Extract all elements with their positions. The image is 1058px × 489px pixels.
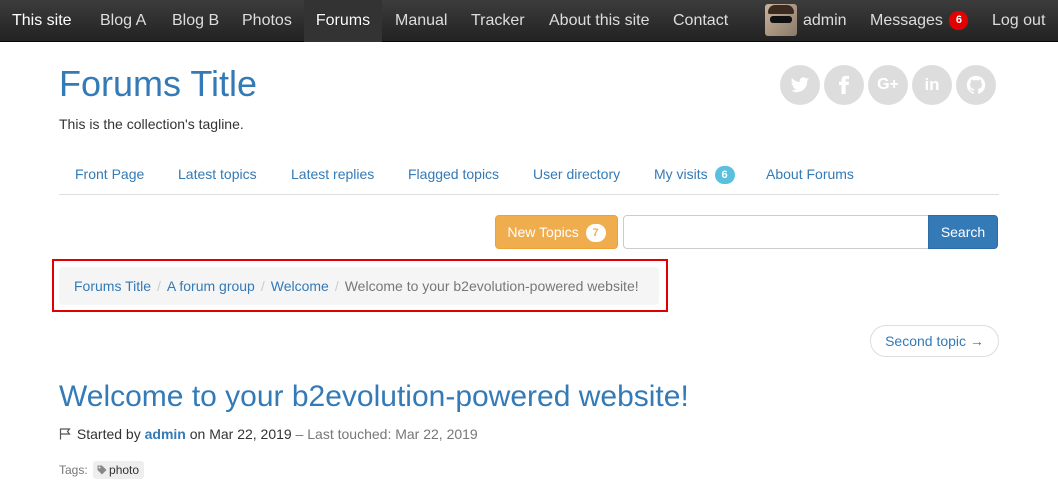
tab-latest-replies[interactable]: Latest replies	[291, 154, 374, 194]
post-date: on Mar 22, 2019	[189, 426, 292, 442]
nav-brand[interactable]: This site	[0, 0, 84, 42]
post-author-link[interactable]: admin	[145, 426, 186, 442]
tab-front-page[interactable]: Front Page	[75, 154, 144, 194]
search-button[interactable]: Search	[928, 215, 998, 249]
nav-item-contact[interactable]: Contact	[659, 0, 742, 42]
nav-item-forums[interactable]: Forums	[304, 0, 382, 42]
tag-icon	[97, 465, 107, 475]
messages-count-badge: 6	[949, 11, 969, 31]
next-topic-button[interactable]: Second topic →	[870, 325, 999, 357]
post-title[interactable]: Welcome to your b2evolution-powered webs…	[59, 380, 689, 414]
nav-messages[interactable]: Messages 6	[856, 0, 982, 42]
nav-item-manual[interactable]: Manual	[381, 0, 461, 42]
new-topics-count-badge: 7	[585, 224, 606, 242]
breadcrumb-separator: /	[157, 278, 161, 294]
search-input[interactable]	[623, 215, 929, 249]
tab-my-visits-label: My visits	[654, 166, 708, 182]
breadcrumb-separator: /	[334, 278, 339, 294]
post-last-touched: – Last touched: Mar 22, 2019	[295, 426, 478, 442]
user-avatar[interactable]	[765, 4, 797, 36]
nav-user[interactable]: admin	[803, 0, 847, 42]
my-visits-count-badge: 6	[714, 166, 735, 184]
new-topics-button[interactable]: New Topics 7	[495, 215, 618, 249]
tab-about-forums[interactable]: About Forums	[766, 154, 854, 194]
nav-item-tracker[interactable]: Tracker	[457, 0, 539, 42]
nav-item-blog-b[interactable]: Blog B	[158, 0, 233, 42]
nav-item-about[interactable]: About this site	[535, 0, 664, 42]
facebook-icon[interactable]	[824, 65, 864, 105]
post-tags: Tags: photo	[59, 461, 145, 479]
breadcrumb-item-forums-title[interactable]: Forums Title	[74, 278, 151, 294]
breadcrumb: Forums Title / A forum group / Welcome / Welco…	[59, 267, 659, 305]
nav-item-blog-a[interactable]: Blog A	[86, 0, 160, 42]
github-icon[interactable]	[956, 65, 996, 105]
nav-item-photos[interactable]: Photos	[228, 0, 306, 42]
flag-icon	[59, 428, 71, 440]
tab-user-directory[interactable]: User directory	[533, 154, 620, 194]
site-title[interactable]: Forums Title	[59, 63, 257, 105]
site-tagline: This is the collection's tagline.	[59, 116, 244, 132]
top-navbar: This site Blog A Blog B Photos Forums Ma…	[0, 0, 1058, 42]
tag-label: photo	[109, 463, 140, 477]
post-meta: Started by admin on Mar 22, 2019 – Last …	[59, 426, 478, 442]
google-plus-icon[interactable]: G+	[868, 65, 908, 105]
twitter-icon[interactable]	[780, 65, 820, 105]
linkedin-icon[interactable]: in	[912, 65, 952, 105]
nav-logout[interactable]: Log out	[978, 0, 1058, 42]
started-by-label: Started by	[76, 426, 141, 442]
tab-latest-topics[interactable]: Latest topics	[178, 154, 257, 194]
breadcrumb-separator: /	[260, 278, 265, 294]
tab-flagged-topics[interactable]: Flagged topics	[408, 154, 499, 194]
forum-tabs: Front Page Latest topics Latest replies …	[59, 154, 999, 195]
tab-my-visits[interactable]: My visits 6	[654, 154, 735, 194]
messages-label: Messages	[870, 12, 943, 29]
breadcrumb-current: Welcome to your b2evolution-powered webs…	[344, 278, 639, 294]
tag-photo[interactable]: photo	[93, 461, 145, 479]
breadcrumb-item-welcome[interactable]: Welcome	[271, 278, 329, 294]
new-topics-label: New Topics	[507, 224, 579, 240]
tags-label: Tags:	[59, 463, 88, 477]
breadcrumb-item-forum-group[interactable]: A forum group	[167, 278, 255, 294]
